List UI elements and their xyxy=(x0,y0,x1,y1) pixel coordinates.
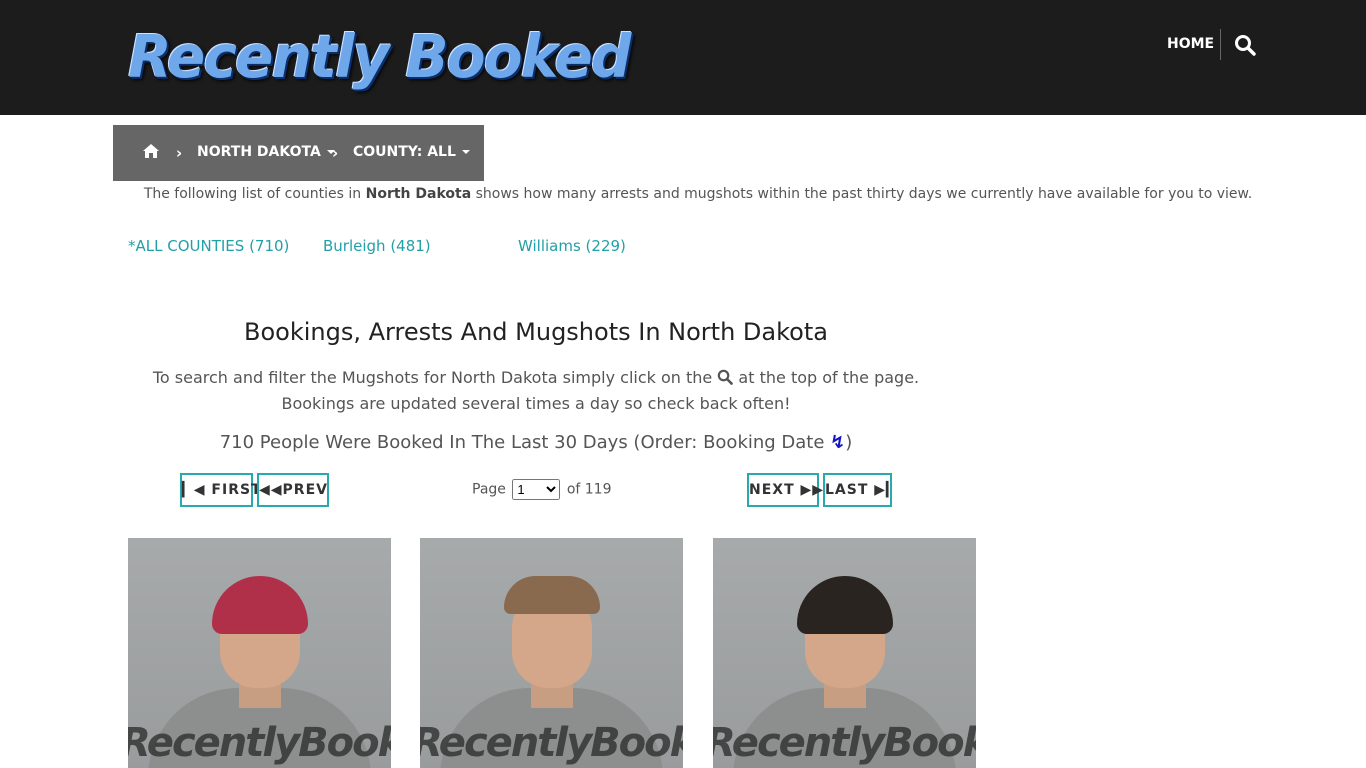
mugshot-watermark: RecentlyBooked.com xyxy=(420,720,683,766)
first-label: FIRST xyxy=(211,482,262,498)
booking-count: 710 People Were Booked In The Last 30 Da… xyxy=(128,432,944,453)
county-dropdown[interactable]: COUNTY: ALL xyxy=(353,144,470,160)
prev-icon: ◀◀ xyxy=(259,482,283,498)
home-icon[interactable] xyxy=(142,143,160,163)
next-label: NEXT xyxy=(749,482,795,498)
county-link-burleigh[interactable]: Burleigh (481) xyxy=(323,237,431,255)
nav-home-link[interactable]: HOME xyxy=(1167,36,1214,52)
mugshot-hair xyxy=(504,576,600,614)
county-link-all[interactable]: *ALL COUNTIES (710) xyxy=(128,237,289,255)
county-intro: The following list of counties in North … xyxy=(128,186,1268,202)
mugshot-watermark: RecentlyBooked.com xyxy=(713,720,976,766)
page-title: Bookings, Arrests And Mugshots In North … xyxy=(244,318,828,346)
first-page-button[interactable]: ▎◀ FIRST xyxy=(180,473,261,507)
page-label: Page xyxy=(472,481,506,498)
prev-page-button[interactable]: ◀◀PREV xyxy=(257,473,329,507)
desc-before: To search and filter the Mugshots for No… xyxy=(152,368,718,387)
page-total: of 119 xyxy=(566,481,612,498)
chevron-right-icon: › xyxy=(176,144,183,162)
intro-before: The following list of counties in xyxy=(143,186,366,202)
mugshot-card[interactable]: RecentlyBooked.com xyxy=(420,538,683,768)
mugshot-watermark: RecentlyBooked.com xyxy=(128,720,391,766)
chevron-right-icon: › xyxy=(332,144,339,162)
search-icon xyxy=(718,369,734,385)
intro-state: North Dakota xyxy=(365,186,472,202)
nav-divider xyxy=(1220,29,1221,60)
site-logo[interactable]: Recently Booked xyxy=(128,22,631,92)
state-dropdown-label: NORTH DAKOTA xyxy=(197,144,321,160)
booking-count-text: 710 People Were Booked In The Last 30 Da… xyxy=(219,432,831,453)
prev-label: PREV xyxy=(282,482,328,498)
breadcrumb: › NORTH DAKOTA › COUNTY: ALL xyxy=(113,125,484,181)
search-instructions: To search and filter the Mugshots for No… xyxy=(128,365,944,417)
next-page-button[interactable]: NEXT ▶▶ xyxy=(747,473,823,507)
state-dropdown[interactable]: NORTH DAKOTA xyxy=(197,144,335,160)
page-selector: Page 1 of 119 xyxy=(472,479,611,500)
intro-after: shows how many arrests and mugshots with… xyxy=(471,186,1253,202)
county-dropdown-label: COUNTY: ALL xyxy=(353,144,456,160)
last-label: LAST xyxy=(825,482,869,498)
last-page-button[interactable]: LAST ▶▎ xyxy=(823,473,897,507)
first-icon: ▎◀ xyxy=(182,482,206,498)
last-icon: ▶▎ xyxy=(874,482,898,498)
next-icon: ▶▶ xyxy=(800,482,825,498)
mugshot-card[interactable]: RecentlyBooked.com xyxy=(128,538,391,768)
mugshot-card[interactable]: RecentlyBooked.com xyxy=(713,538,976,768)
caret-down-icon xyxy=(461,150,470,154)
site-header: Recently Booked HOME xyxy=(0,0,1366,115)
booking-count-close: ) xyxy=(845,432,853,453)
sort-order-icon[interactable]: ↯ xyxy=(830,432,845,453)
page-select[interactable]: 1 xyxy=(512,479,561,500)
county-link-williams[interactable]: Williams (229) xyxy=(518,237,626,255)
search-icon[interactable] xyxy=(1234,34,1256,56)
